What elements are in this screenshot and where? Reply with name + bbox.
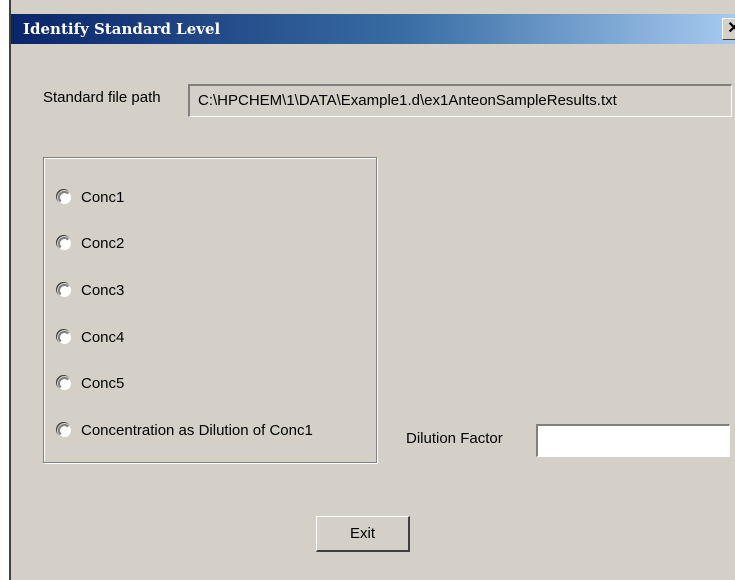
dilution-factor-input[interactable] [536,424,730,457]
window-frame-left [0,0,9,580]
radio-button-icon[interactable] [58,190,71,204]
close-button[interactable]: ✕ [722,18,735,40]
radio-button-icon[interactable] [58,376,71,390]
radio-label: Conc3 [81,281,125,299]
radio-button-icon[interactable] [58,236,71,250]
dilution-factor-label: Dilution Factor [406,430,503,447]
window-frame-edge [9,0,11,580]
close-icon: ✕ [727,20,735,37]
exit-button[interactable]: Exit [316,516,410,552]
radio-label: Conc5 [81,374,125,392]
title-bar[interactable]: Identify Standard Level ✕ [11,14,735,44]
standard-file-path-label: Standard file path [43,89,161,106]
radio-label: Conc2 [81,234,125,252]
radio-button-icon[interactable] [58,330,71,344]
radio-label: Conc1 [81,188,125,206]
radio-dilution-of-conc1[interactable]: Concentration as Dilution of Conc1 [58,418,313,442]
radio-label: Concentration as Dilution of Conc1 [81,421,313,439]
radio-conc3[interactable]: Conc3 [58,278,124,302]
standard-file-path-field: C:\HPCHEM\1\DATA\Example1.d\ex1AnteonSam… [188,84,732,117]
radio-button-icon[interactable] [58,423,71,437]
radio-label: Conc4 [81,328,125,346]
radio-conc2[interactable]: Conc2 [58,231,124,255]
window-title: Identify Standard Level [23,20,221,38]
radio-conc4[interactable]: Conc4 [58,325,124,349]
dialog-window: Identify Standard Level ✕ Standard file … [0,0,735,580]
radio-conc1[interactable]: Conc1 [58,185,124,209]
radio-conc5[interactable]: Conc5 [58,371,124,395]
radio-button-icon[interactable] [58,283,71,297]
